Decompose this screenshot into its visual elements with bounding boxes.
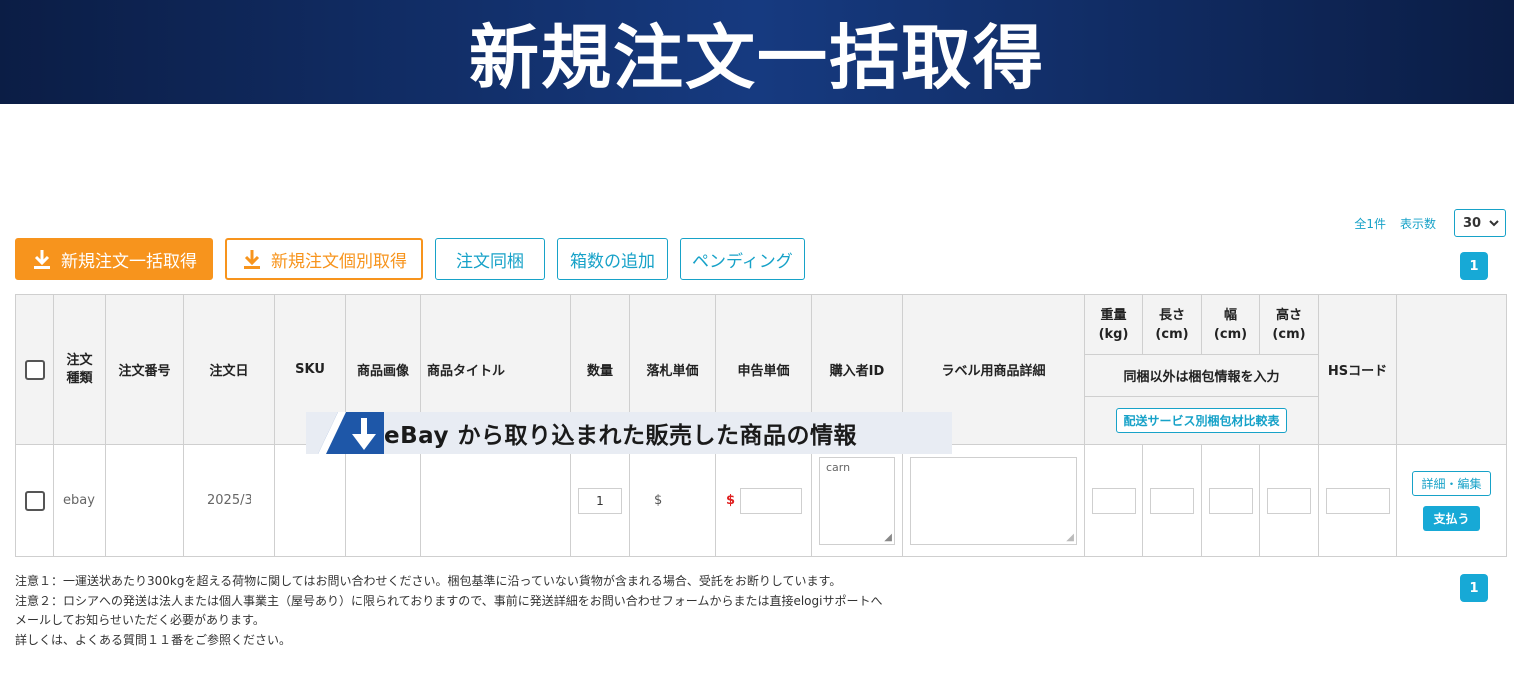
row-checkbox[interactable]	[24, 490, 45, 511]
banner: 新規注文一括取得	[0, 0, 1514, 104]
quantity-input[interactable]: 1	[578, 487, 622, 514]
cell-order-date: 2025/3	[183, 444, 275, 557]
cell-declared-price: $	[715, 444, 812, 557]
header-weight: 重量(kg)	[1084, 294, 1143, 355]
pay-button[interactable]: 支払う	[1423, 505, 1480, 531]
add-boxes-button[interactable]: 箱数の追加	[557, 238, 668, 280]
row-select-cell	[15, 444, 54, 557]
buyer-id-textarea[interactable]: carn ◢	[819, 456, 895, 545]
single-fetch-button[interactable]: 新規注文個別取得	[225, 238, 423, 280]
chevron-down-icon	[1489, 216, 1499, 231]
single-fetch-label: 新規注文個別取得	[271, 251, 407, 272]
cell-title	[420, 444, 571, 557]
download-icon	[244, 250, 260, 269]
length-input[interactable]	[1150, 487, 1194, 514]
resize-handle-icon: ◢	[884, 531, 892, 543]
packaging-compare-button[interactable]: 配送サービス別梱包材比較表	[1116, 408, 1287, 433]
cell-sku	[274, 444, 346, 557]
cell-width	[1201, 444, 1260, 557]
hs-code-input[interactable]	[1325, 487, 1390, 514]
cell-label-detail: ◢	[902, 444, 1085, 557]
label-detail-textarea[interactable]: ◢	[910, 456, 1077, 545]
header-order-number: 注文番号	[105, 294, 184, 445]
table-row: ebay 2025/3 1 $ $ carn ◢ ◢ 詳細・編集 支払う	[15, 444, 1507, 557]
header-select-all	[15, 294, 54, 445]
page-button-bottom[interactable]: 1	[1460, 574, 1488, 602]
cell-image	[345, 444, 421, 557]
action-toolbar: 新規注文一括取得 新規注文個別取得 注文同梱 箱数の追加 ペンディング	[15, 238, 805, 280]
cell-hs-code	[1318, 444, 1397, 557]
download-icon	[34, 250, 50, 269]
note-line: 詳しくは、よくある質問１１番をご参照ください。	[15, 632, 292, 647]
header-order-date: 注文日	[183, 294, 275, 445]
declared-price-input[interactable]	[740, 487, 803, 514]
notes: 注意１：一運送状あたり300kgを超える荷物に関してはお問い合わせください。梱包…	[15, 572, 882, 650]
combine-orders-button[interactable]: 注文同梱	[435, 238, 545, 280]
note-line: メールしてお知らせいただく必要があります。	[15, 613, 265, 627]
per-page-select[interactable]: 30	[1454, 209, 1506, 237]
header-width: 幅(cm)	[1201, 294, 1260, 355]
header-order-type: 注文種類	[53, 294, 106, 445]
header-package-note: 同梱以外は梱包情報を入力	[1084, 354, 1319, 397]
header-height: 高さ(cm)	[1259, 294, 1319, 355]
header-length: 長さ(cm)	[1142, 294, 1202, 355]
down-arrow-icon	[306, 412, 394, 454]
cell-buyer-id: carn ◢	[811, 444, 903, 557]
cell-quantity: 1	[570, 444, 630, 557]
select-all-checkbox[interactable]	[24, 359, 45, 380]
pending-button[interactable]: ペンディング	[680, 238, 805, 280]
pagination-controls: 全1件 表示数 30	[1354, 209, 1506, 237]
weight-input[interactable]	[1091, 487, 1136, 514]
bulk-fetch-label: 新規注文一括取得	[61, 251, 197, 272]
display-count-label: 表示数	[1399, 216, 1436, 231]
detail-edit-button[interactable]: 詳細・編集	[1412, 470, 1491, 496]
cell-weight	[1084, 444, 1143, 557]
height-input[interactable]	[1267, 487, 1311, 514]
cell-length	[1142, 444, 1202, 557]
currency-symbol: $	[726, 493, 736, 508]
cell-order-type: ebay	[53, 444, 106, 557]
overlay-text: eBay から取り込まれた販売した商品の情報	[384, 423, 857, 449]
banner-title: 新規注文一括取得	[469, 16, 1045, 99]
note-line: 注意２：ロシアへの発送は法人または個人事業主（屋号あり）に限られておりますので、…	[15, 593, 883, 608]
cell-actions: 詳細・編集 支払う	[1396, 444, 1507, 557]
cell-order-number	[105, 444, 184, 557]
annotation-overlay: eBay から取り込まれた販売した商品の情報	[306, 412, 952, 454]
total-count: 全1件	[1354, 216, 1386, 231]
cell-bid-price: $	[629, 444, 716, 557]
resize-handle-icon: ◢	[1066, 531, 1074, 543]
header-compare-cell: 配送サービス別梱包材比較表	[1084, 396, 1319, 445]
page-button-top[interactable]: 1	[1460, 252, 1488, 280]
note-line: 注意１：一運送状あたり300kgを超える荷物に関してはお問い合わせください。梱包…	[15, 574, 842, 588]
cell-height	[1259, 444, 1319, 557]
per-page-value: 30	[1463, 215, 1482, 231]
header-hs-code: HSコード	[1318, 294, 1397, 445]
width-input[interactable]	[1208, 487, 1253, 514]
header-actions	[1396, 294, 1507, 445]
bulk-fetch-button[interactable]: 新規注文一括取得	[15, 238, 213, 280]
